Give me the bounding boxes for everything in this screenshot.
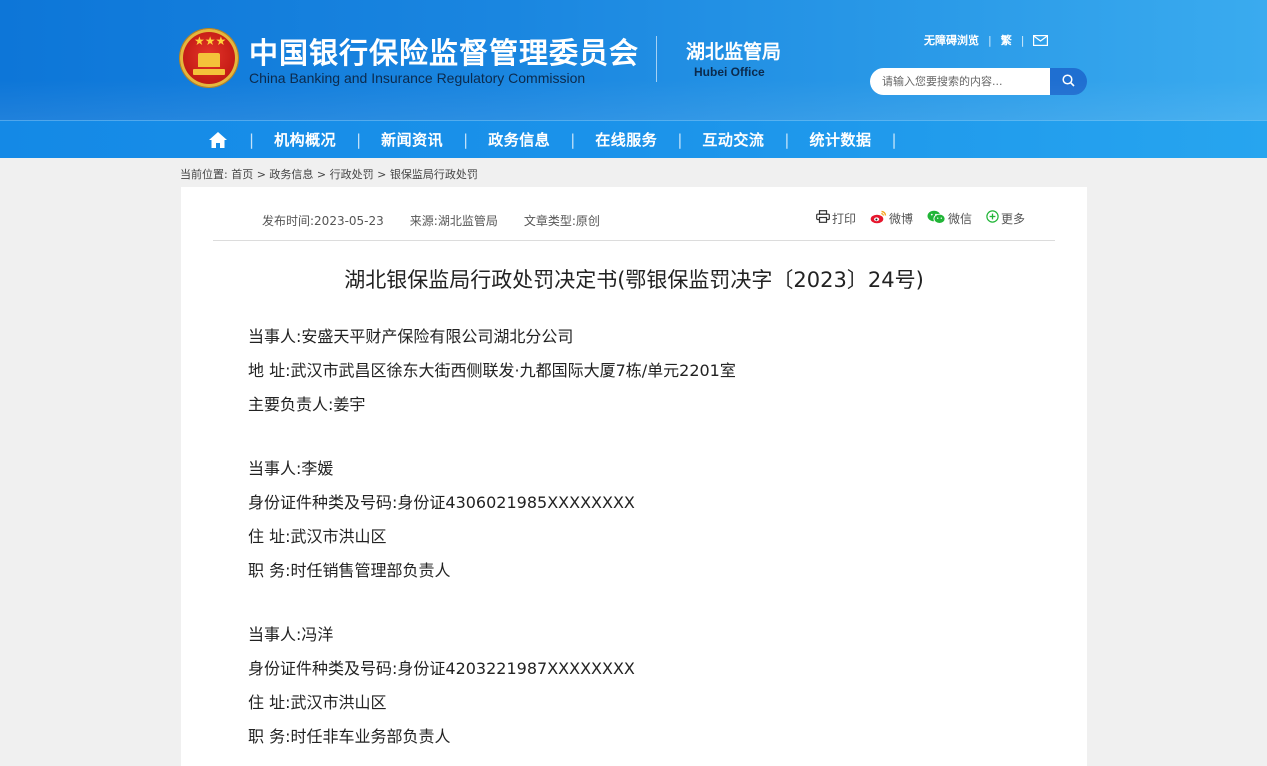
article-meta: 发布时间:2023-05-23 来源:湖北监管局 文章类型:原创 — [262, 212, 600, 229]
more-icon — [986, 210, 1001, 226]
top-link-separator: | — [1020, 33, 1025, 47]
party-3-name: 当事人:冯洋 — [248, 625, 334, 644]
nav-item-news[interactable]: 新闻资讯 — [381, 129, 443, 150]
nav-separator: | — [570, 130, 576, 149]
party-1-address: 地 址:武汉市武昌区徐东大街西侧联发·九都国际大厦7栋/单元2201室 — [248, 361, 736, 380]
nav-item-government-info[interactable]: 政务信息 — [488, 129, 550, 150]
org-name-cn[interactable]: 中国银行保险监督管理委员会 — [249, 30, 639, 72]
accessibility-link[interactable]: 无障碍浏览 — [924, 32, 979, 48]
share-bar: 打印 微博 微信 更多 — [816, 210, 1025, 226]
article-panel: 发布时间:2023-05-23 来源:湖北监管局 文章类型:原创 打印 微博 微信 … — [181, 187, 1087, 766]
article-source: 来源:湖北监管局 — [409, 214, 498, 228]
wechat-label: 微信 — [948, 211, 973, 226]
nav-item-interaction[interactable]: 互动交流 — [702, 129, 764, 150]
search-box — [870, 68, 1087, 95]
article-divider — [213, 240, 1055, 241]
article-body: 当事人:安盛天平财产保险有限公司湖北分公司 地 址:武汉市武昌区徐东大街西侧联发… — [248, 325, 1028, 759]
office-name-en: Hubei Office — [694, 65, 765, 79]
print-button[interactable]: 打印 — [816, 210, 856, 227]
party-2-id: 身份证件种类及号码:身份证4306021985XXXXXXXX — [248, 493, 635, 512]
wechat-share-button[interactable]: 微信 — [927, 210, 972, 227]
nav-item-statistics[interactable]: 统计数据 — [809, 129, 871, 150]
org-name-en: China Banking and Insurance Regulatory C… — [249, 70, 586, 86]
nav-separator: | — [249, 130, 255, 149]
party-1-principal: 主要负责人:姜宇 — [248, 395, 366, 414]
search-icon — [1062, 72, 1075, 91]
weibo-label: 微博 — [889, 211, 914, 226]
home-icon[interactable] — [207, 130, 229, 150]
party-1-name: 当事人:安盛天平财产保险有限公司湖北分公司 — [248, 327, 574, 346]
more-share-button[interactable]: 更多 — [986, 210, 1025, 227]
top-links: 无障碍浏览 | 繁 | — [924, 32, 1049, 48]
party-3-address: 住 址:武汉市洪山区 — [248, 693, 387, 712]
nav-item-online-service[interactable]: 在线服务 — [595, 129, 657, 150]
main-nav: | 机构概况 | 新闻资讯 | 政务信息 | 在线服务 | 互动交流 | 统计数… — [0, 120, 1267, 158]
header-divider — [656, 36, 657, 82]
nav-separator: | — [463, 130, 469, 149]
nav-separator: | — [891, 130, 897, 149]
traditional-chinese-link[interactable]: 繁 — [1001, 32, 1012, 48]
nav-separator: | — [784, 130, 790, 149]
party-3-id: 身份证件种类及号码:身份证4203221987XXXXXXXX — [248, 659, 635, 678]
article-type: 文章类型:原创 — [523, 214, 600, 228]
weibo-icon — [870, 210, 889, 227]
print-icon — [816, 210, 832, 226]
nav-separator: | — [356, 130, 362, 149]
nav-item-about[interactable]: 机构概况 — [274, 129, 336, 150]
site-header: ★★★ 中国银行保险监督管理委员会 China Banking and Insu… — [0, 0, 1267, 120]
breadcrumb[interactable]: 当前位置: 首页 > 政务信息 > 行政处罚 > 银保监局行政处罚 — [180, 166, 478, 182]
office-name-cn: 湖北监管局 — [686, 41, 782, 63]
publish-date: 发布时间:2023-05-23 — [262, 214, 384, 228]
more-label: 更多 — [1001, 211, 1026, 226]
search-input[interactable] — [870, 68, 1050, 95]
search-button[interactable] — [1050, 68, 1087, 95]
top-link-separator: | — [988, 33, 992, 47]
wechat-icon — [927, 210, 948, 227]
nav-separator: | — [677, 130, 683, 149]
article-title: 湖北银保监局行政处罚决定书(鄂银保监罚决字〔2023〕24号) — [344, 268, 924, 292]
party-2-name: 当事人:李媛 — [248, 459, 334, 478]
mail-icon[interactable] — [1033, 34, 1049, 46]
party-2-address: 住 址:武汉市洪山区 — [248, 527, 387, 546]
party-2-position: 职 务:时任销售管理部负责人 — [248, 561, 451, 580]
weibo-share-button[interactable]: 微博 — [870, 210, 913, 227]
national-emblem-icon[interactable]: ★★★ — [180, 29, 238, 87]
print-label: 打印 — [832, 211, 857, 226]
party-3-position: 职 务:时任非车业务部负责人 — [248, 727, 451, 746]
